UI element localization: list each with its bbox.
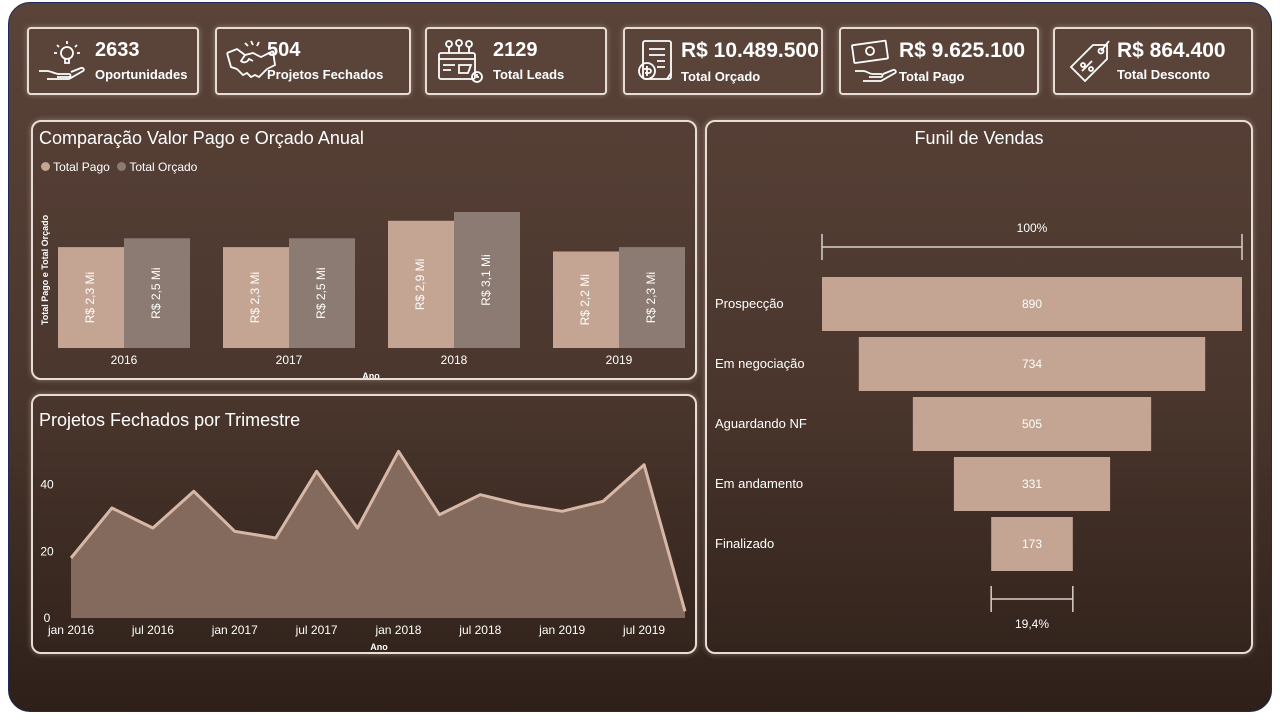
x-tick-label: jan 2019 bbox=[538, 623, 585, 637]
bar-chart-panel: Comparação Valor Pago e Orçado Anual Tot… bbox=[31, 120, 697, 380]
bar-data-label: R$ 2,9 Mi bbox=[413, 259, 427, 310]
kpi-label: Total Orçado bbox=[681, 69, 761, 84]
kpi-value: R$ 9.625.100 bbox=[899, 39, 1026, 62]
kpi-card-total-desconto[interactable]: R$ 864.400 Total Desconto bbox=[1053, 27, 1253, 95]
funnel-stage-label: Finalizado bbox=[715, 536, 774, 551]
funnel-stage-label: Aguardando NF bbox=[715, 416, 807, 431]
x-tick-label: jul 2016 bbox=[131, 623, 174, 637]
funnel-stage-label: Em andamento bbox=[715, 476, 803, 491]
x-tick-label: jan 2016 bbox=[47, 623, 94, 637]
bar-data-label: R$ 2,5 Mi bbox=[314, 267, 328, 318]
funnel-chart: 100% 890 Prospecção 734 Em negociação 505 Agua… bbox=[715, 221, 1243, 631]
funnel-panel: Funil de Vendas 100% 890 Prospecção 734 Em n… bbox=[705, 120, 1253, 654]
y-tick-label: 20 bbox=[40, 544, 54, 558]
bar-data-label: R$ 2,2 Mi bbox=[578, 274, 592, 325]
funnel-bottom-bracket bbox=[990, 586, 1074, 612]
x-tick-label: jul 2017 bbox=[295, 623, 338, 637]
funnel-value-label: 173 bbox=[1022, 537, 1042, 551]
bar-chart: R$ 2,3 Mi R$ 2,5 Mi 2016 R$ 2,3 Mi R$ 2,5 Mi… bbox=[40, 212, 685, 378]
kpi-card-total-orcado[interactable]: R$ 10.489.500 Total Orçado bbox=[623, 27, 823, 95]
y-tick-label: 40 bbox=[40, 478, 54, 492]
funnel-stage-label: Prospecção bbox=[715, 296, 784, 311]
kpi-value: 2129 bbox=[493, 39, 538, 61]
area-fill bbox=[71, 451, 685, 618]
x-axis-title: Ano bbox=[370, 642, 388, 652]
area-chart-panel: Projetos Fechados por Trimestre 0 20 40 jan… bbox=[31, 394, 697, 654]
funnel-top-bracket bbox=[821, 234, 1243, 260]
budget-document-icon bbox=[638, 40, 672, 80]
funnel-value-label: 890 bbox=[1022, 297, 1042, 311]
x-tick-label: jul 2019 bbox=[622, 623, 665, 637]
kpi-label: Total Desconto bbox=[1117, 67, 1210, 82]
kpi-card-oportunidades[interactable]: 2633 Oportunidades bbox=[27, 27, 199, 95]
area-chart: 02040jan 2016 jul 2016 jan 2017 jul 2017 jan… bbox=[40, 449, 687, 652]
bar-data-label: R$ 3,1 Mi bbox=[479, 254, 493, 305]
bar-data-label: R$ 2,3 Mi bbox=[248, 272, 262, 323]
kpi-value: 504 bbox=[267, 39, 301, 61]
kpi-label: Projetos Fechados bbox=[267, 67, 384, 82]
kpi-card-total-pago[interactable]: R$ 9.625.100 Total Pago bbox=[839, 27, 1039, 95]
funnel-value-label: 734 bbox=[1022, 357, 1042, 371]
x-tick-label: 2016 bbox=[111, 353, 138, 367]
leads-dashboard-icon bbox=[438, 39, 483, 83]
kpi-card-projetos-fechados[interactable]: 504 Projetos Fechados bbox=[215, 27, 411, 95]
x-tick-label: jul 2018 bbox=[458, 623, 501, 637]
funnel-bottom-percent: 19,4% bbox=[1015, 617, 1049, 631]
x-axis-title: Ano bbox=[362, 371, 380, 378]
y-axis-title: Total Pago e Total Orçado bbox=[40, 214, 50, 325]
x-tick-label: 2018 bbox=[441, 353, 468, 367]
funnel-value-label: 505 bbox=[1022, 417, 1042, 431]
bar-data-label: R$ 2,3 Mi bbox=[644, 272, 658, 323]
kpi-label: Total Leads bbox=[493, 67, 565, 82]
kpi-label: Total Pago bbox=[899, 69, 965, 84]
kpi-card-total-leads[interactable]: 2129 Total Leads bbox=[425, 27, 607, 95]
bar-data-label: R$ 2,3 Mi bbox=[83, 272, 97, 323]
money-hand-icon bbox=[851, 39, 897, 82]
kpi-value: 2633 bbox=[95, 39, 140, 61]
kpi-value: R$ 10.489.500 bbox=[681, 39, 819, 62]
lightbulb-hand-icon bbox=[39, 41, 85, 80]
kpi-value: R$ 864.400 bbox=[1117, 39, 1226, 62]
x-tick-label: 2019 bbox=[606, 353, 633, 367]
funnel-value-label: 331 bbox=[1022, 477, 1042, 491]
x-tick-label: jan 2017 bbox=[211, 623, 258, 637]
kpi-label: Oportunidades bbox=[95, 67, 188, 82]
bar-data-label: R$ 2,5 Mi bbox=[149, 267, 163, 318]
funnel-top-percent: 100% bbox=[1017, 221, 1048, 235]
x-tick-label: jan 2018 bbox=[374, 623, 421, 637]
dashboard: 2633 Oportunidades 504 Projetos Fechados… bbox=[8, 2, 1272, 712]
discount-tag-icon bbox=[1069, 40, 1110, 83]
funnel-stage-label: Em negociação bbox=[715, 356, 805, 371]
x-tick-label: 2017 bbox=[276, 353, 303, 367]
